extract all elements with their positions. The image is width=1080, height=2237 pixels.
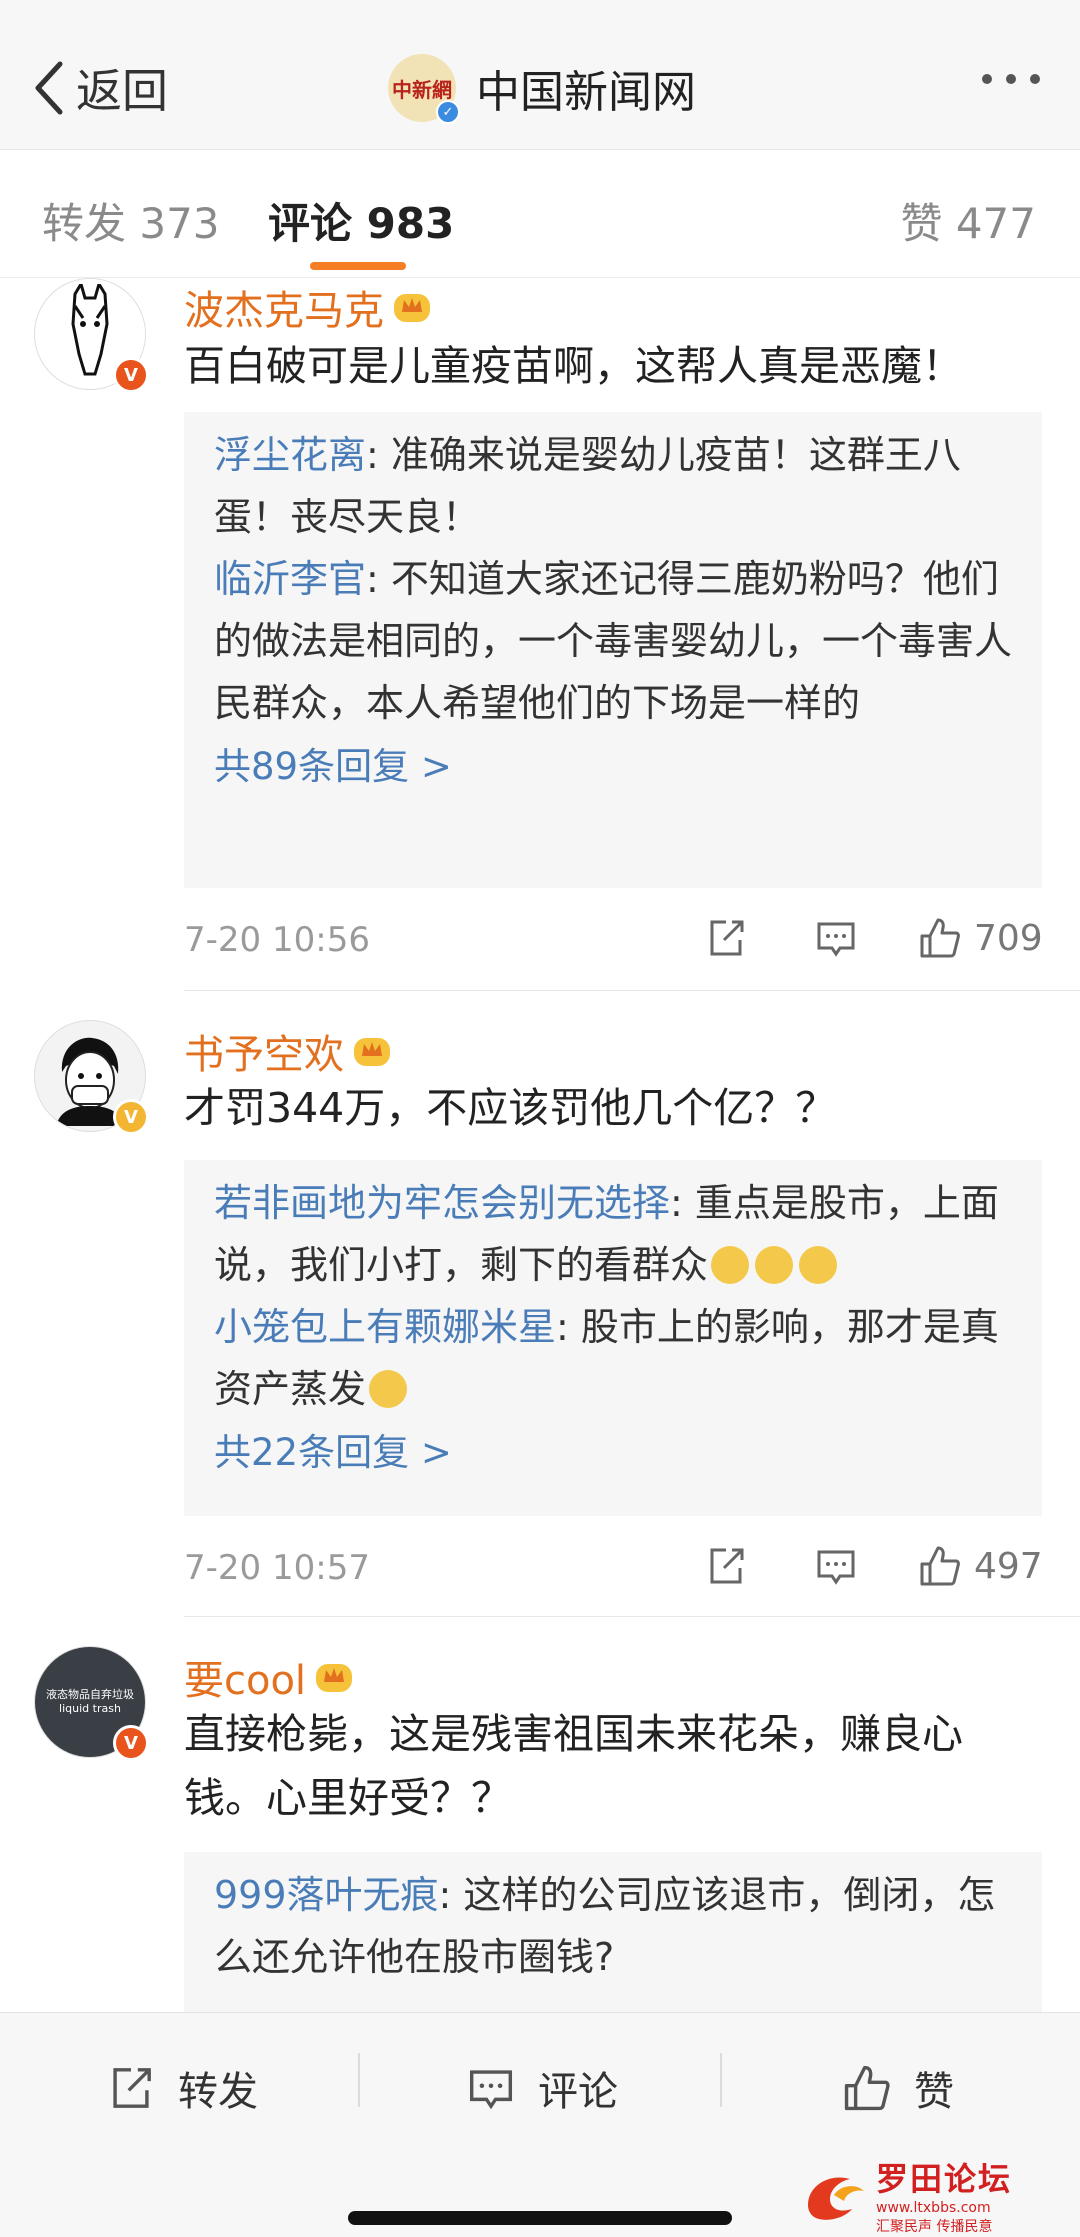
account-logo: 中新網 ✓ xyxy=(388,54,460,124)
tab-comment[interactable]: 评论 983 xyxy=(268,190,454,251)
verified-icon: ✓ xyxy=(436,100,460,124)
comment-divider xyxy=(184,990,1080,991)
avatar[interactable]: 液态物品自弃垃圾 liquid trash V xyxy=(34,1646,149,1761)
like-count: 497 xyxy=(974,1545,1043,1587)
home-indicator[interactable] xyxy=(348,2211,732,2225)
repost-button[interactable]: 转发 xyxy=(106,2053,258,2123)
watermark: 罗田论坛 www.ltxbbs.com 汇聚民声 传播民意 xyxy=(800,2160,1060,2235)
comment-username[interactable]: 书予空欢 xyxy=(184,1022,392,1080)
comment-icon xyxy=(817,922,855,957)
thumbs-up-icon xyxy=(920,1546,960,1586)
comment-label: 评论 xyxy=(538,2069,618,2115)
share-icon xyxy=(710,920,744,956)
reply-box[interactable]: 若非画地为牢怎会别无选择: 重点是股市，上面说，我们小打，剩下的看群众 小笼包上… xyxy=(184,1160,1042,1516)
avatar[interactable]: V xyxy=(34,1020,149,1135)
comment-time: 7-20 10:56 xyxy=(184,920,370,960)
active-tab-indicator xyxy=(310,262,406,270)
comment-button[interactable]: 评论 xyxy=(466,2053,618,2123)
watermark-slogan: 汇聚民声 传播民意 xyxy=(876,2219,993,2235)
forum-logo-icon xyxy=(808,2177,864,2220)
dot-icon xyxy=(1006,74,1016,84)
reply-item: 浮尘花离: 准确来说是婴幼儿疫苗！这群王八蛋！丧尽天良！ xyxy=(214,424,1012,548)
avatar-caption: 液态物品自弃垃圾 liquid trash xyxy=(46,1688,134,1715)
tab-repost[interactable]: 转发 373 xyxy=(42,190,220,251)
comment-text: 才罚344万，不应该罚他几个亿？？ xyxy=(184,1084,837,1132)
share-button[interactable] xyxy=(704,1544,748,1588)
share-icon xyxy=(710,1548,744,1584)
comment-meta: 7-20 10:56 709 xyxy=(184,910,1044,970)
avatar[interactable]: V xyxy=(34,278,149,393)
reply-button[interactable] xyxy=(814,916,858,960)
thumbs-up-icon xyxy=(844,2065,890,2111)
watermark-url: www.ltxbbs.com xyxy=(876,2200,991,2216)
back-label: 返回 xyxy=(76,64,168,118)
comment-meta: 7-20 10:57 497 xyxy=(184,1538,1044,1598)
comment-time: 7-20 10:57 xyxy=(184,1548,370,1588)
more-replies-link[interactable]: 共89条回复 > xyxy=(214,734,1012,800)
comment-divider xyxy=(184,1616,1080,1617)
like-count: 709 xyxy=(974,917,1043,959)
share-button[interactable] xyxy=(704,916,748,960)
comment-icon xyxy=(469,2070,513,2110)
comment-icon xyxy=(817,1550,855,1585)
dot-icon xyxy=(982,74,992,84)
reply-username[interactable]: 临沂李官 xyxy=(214,557,366,601)
crown-icon xyxy=(394,294,430,322)
tab-like[interactable]: 赞 477 xyxy=(900,190,1036,251)
logo-text: 中新網 xyxy=(392,77,452,102)
reply-box[interactable]: 浮尘花离: 准确来说是婴幼儿疫苗！这群王八蛋！丧尽天良！ 临沂李官: 不知道大家… xyxy=(184,412,1042,888)
more-replies-link[interactable]: 共22条回复 > xyxy=(214,1420,1012,1486)
verified-badge-icon: V xyxy=(113,357,149,393)
watermark-title: 罗田论坛 xyxy=(876,2160,1013,2198)
stats-tabs: 转发 373 评论 983 赞 477 xyxy=(0,150,1080,278)
repost-label: 转发 xyxy=(178,2069,258,2115)
thumbs-up-icon xyxy=(920,918,960,958)
verified-badge-icon: V xyxy=(113,1725,149,1761)
reply-box[interactable]: 999落叶无痕: 这样的公司应该退市，倒闭，怎么还允许他在股市圈钱? xyxy=(184,1852,1042,2012)
more-options-button[interactable] xyxy=(982,74,1040,84)
back-button[interactable]: 返回 xyxy=(30,58,168,118)
comment-username[interactable]: 要cool xyxy=(184,1648,354,1706)
reply-item: 临沂李官: 不知道大家还记得三鹿奶粉吗？他们的做法是相同的，一个毒害婴幼儿，一个… xyxy=(214,548,1012,734)
comment-text: 直接枪毙，这是残害祖国未来花朵，赚良心钱。心里好受？？ xyxy=(184,1710,963,1822)
chevron-left-icon xyxy=(35,61,63,115)
reply-username[interactable]: 若非画地为牢怎会别无选择 xyxy=(214,1181,670,1225)
doge-emoji-icon xyxy=(711,1245,750,1284)
account-name: 中国新闻网 xyxy=(476,67,696,118)
top-nav-bar: 返回 中新網 ✓ 中国新闻网 xyxy=(0,0,1080,150)
like-button[interactable]: 497 xyxy=(918,1544,1043,1588)
separator xyxy=(358,2053,360,2107)
comment-username[interactable]: 波杰克马克 xyxy=(184,278,432,336)
doge-emoji-icon xyxy=(755,1245,794,1284)
reply-item: 若非画地为牢怎会别无选择: 重点是股市，上面说，我们小打，剩下的看群众 xyxy=(214,1172,1012,1296)
like-post-button[interactable]: 赞 xyxy=(842,2053,954,2123)
share-icon xyxy=(113,2068,151,2108)
dot-icon xyxy=(1030,74,1040,84)
reply-username[interactable]: 小笼包上有颗娜米星 xyxy=(214,1305,556,1349)
like-button[interactable]: 709 xyxy=(918,916,1043,960)
crown-icon xyxy=(316,1664,353,1692)
verified-badge-icon: V xyxy=(113,1099,149,1135)
like-label: 赞 xyxy=(914,2069,954,2115)
reply-button[interactable] xyxy=(814,1544,858,1588)
reply-item: 小笼包上有颗娜米星: 股市上的影响，那才是真资产蒸发 xyxy=(214,1296,1012,1420)
doge-emoji-icon xyxy=(799,1245,838,1284)
separator xyxy=(720,2053,722,2107)
reply-username[interactable]: 浮尘花离 xyxy=(214,433,366,477)
reply-username[interactable]: 999落叶无痕 xyxy=(214,1873,439,1917)
crown-icon xyxy=(354,1038,390,1066)
reply-item: 999落叶无痕: 这样的公司应该退市，倒闭，怎么还允许他在股市圈钱? xyxy=(214,1864,1012,1988)
comment-text: 百白破可是儿童疫苗啊，这帮人真是恶魔！ xyxy=(184,342,963,390)
account-header[interactable]: 中新網 ✓ 中国新闻网 xyxy=(388,52,696,124)
drool-emoji-icon xyxy=(369,1369,408,1408)
